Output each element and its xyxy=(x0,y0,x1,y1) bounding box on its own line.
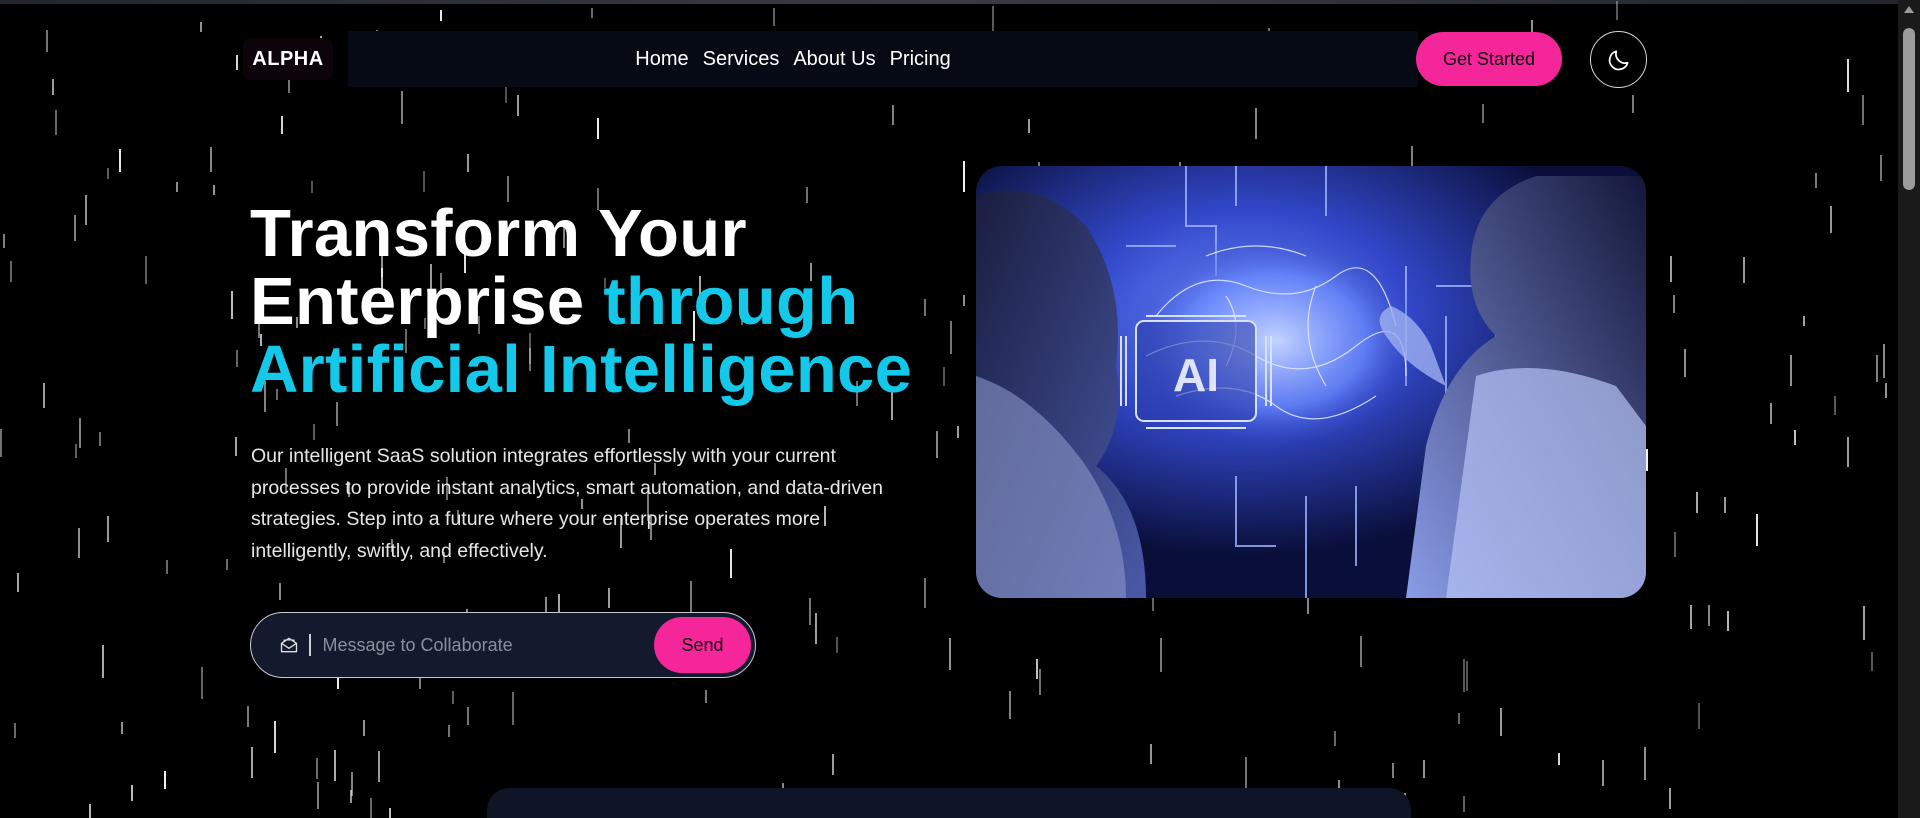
get-started-button[interactable]: Get Started xyxy=(1416,32,1562,86)
hero-title-line2-accent: through xyxy=(603,264,859,339)
page-scrollbar[interactable] xyxy=(1898,0,1920,818)
hero-description: Our intelligent SaaS solution integrates… xyxy=(251,445,883,562)
collaborate-form: Send xyxy=(250,612,756,678)
collaborate-message-input[interactable] xyxy=(322,634,654,656)
hero-title-line1: Transform Your xyxy=(250,196,747,271)
nav-home[interactable]: Home xyxy=(635,48,688,71)
main-nav: Home Services About Us Pricing xyxy=(348,31,1418,87)
brand-logo[interactable]: ALPHA xyxy=(243,38,333,80)
hero-title-line2-plain: Enterprise xyxy=(250,264,585,339)
scroll-up-arrow-icon[interactable] xyxy=(1904,6,1914,13)
nav-about-us[interactable]: About Us xyxy=(793,48,875,71)
chip-ai-label: AI xyxy=(1173,349,1219,401)
open-envelope-icon xyxy=(280,637,298,653)
scroll-thumb[interactable] xyxy=(1903,28,1915,190)
theme-toggle-button[interactable] xyxy=(1590,31,1647,88)
nav-pricing[interactable]: Pricing xyxy=(890,48,951,71)
hero-title: Transform Your Enterprise through Artifi… xyxy=(250,200,970,404)
hero-image-ai-brain: AI xyxy=(976,166,1646,598)
send-button[interactable]: Send xyxy=(654,617,751,673)
input-divider xyxy=(309,634,311,656)
hero-title-line3-accent: Artificial Intelligence xyxy=(250,332,913,407)
bottom-section-panel xyxy=(487,788,1411,818)
moon-icon xyxy=(1608,49,1629,70)
nav-services[interactable]: Services xyxy=(703,48,780,71)
